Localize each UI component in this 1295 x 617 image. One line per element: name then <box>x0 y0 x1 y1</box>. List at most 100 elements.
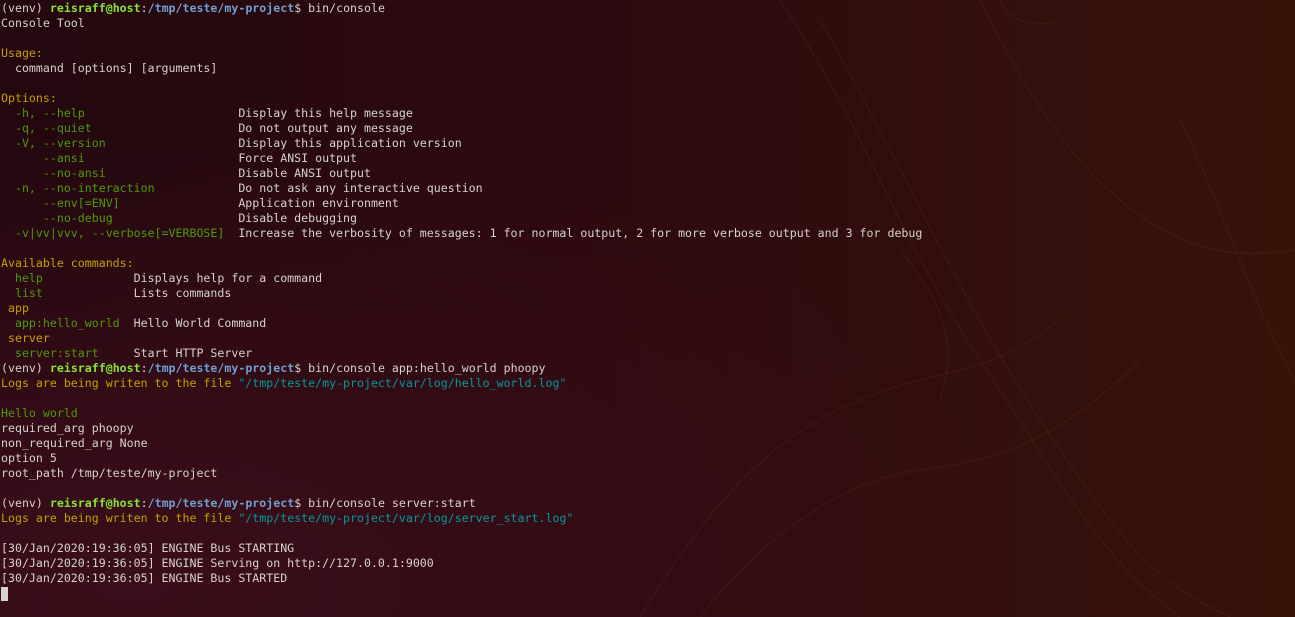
terminal-text: server:start <box>1 346 134 360</box>
terminal-line: -h, --help Display this help message <box>1 106 922 121</box>
terminal-text: Display this help message <box>238 106 413 120</box>
terminal-text: Do not ask any interactive question <box>238 181 483 195</box>
terminal-text: Lists commands <box>133 286 232 300</box>
terminal-text: Increase the verbosity of messages: 1 fo… <box>238 226 923 240</box>
terminal-text: reisraff@host <box>49 1 141 15</box>
terminal-text: Display this application version <box>238 136 462 150</box>
terminal-line: [30/Jan/2020:19:36:05] ENGINE Bus STARTE… <box>1 571 922 586</box>
terminal-text: : <box>140 361 148 375</box>
terminal-line: server:start Start HTTP Server <box>1 346 922 361</box>
terminal-text: Do not output any message <box>238 121 413 135</box>
terminal-text: $ bin/console app:hello_world phoopy <box>294 361 546 375</box>
terminal-line: help Displays help for a command <box>1 271 922 286</box>
terminal-window[interactable]: (venv) reisraff@host:/tmp/teste/my-proje… <box>0 0 1295 617</box>
terminal-text: Usage: <box>1 46 43 60</box>
terminal-text: : <box>140 1 148 15</box>
terminal-line: list Lists commands <box>1 286 922 301</box>
terminal-line: Console Tool <box>1 16 922 31</box>
terminal-text: Disable debugging <box>238 211 357 225</box>
terminal-text: "/tmp/teste/my-project/var/log/server_st… <box>238 511 574 525</box>
terminal-line: Options: <box>1 91 922 106</box>
prompt-line[interactable] <box>1 586 922 601</box>
terminal-text: Logs are being writen to the file <box>1 511 239 525</box>
terminal-text: Options: <box>1 91 57 105</box>
terminal-text: Force ANSI output <box>238 151 357 165</box>
terminal-text: required_arg phoopy <box>1 421 134 435</box>
terminal-text: [30/Jan/2020:19:36:05] ENGINE Serving on… <box>1 556 434 570</box>
terminal-line: Logs are being writen to the file "/tmp/… <box>1 511 922 526</box>
terminal-text: help <box>1 271 134 285</box>
terminal-line: Usage: <box>1 46 922 61</box>
terminal-text: --no-ansi <box>1 166 239 180</box>
terminal-text: $ bin/console <box>294 1 385 15</box>
terminal-text: Disable ANSI output <box>238 166 371 180</box>
terminal-text: Console Tool <box>1 16 85 30</box>
terminal-text: server <box>1 331 50 345</box>
terminal-text: Logs are being writen to the file <box>1 376 239 390</box>
terminal-line: --ansi Force ANSI output <box>1 151 922 166</box>
terminal-text: (venv) <box>1 1 50 15</box>
terminal-text: (venv) <box>1 361 50 375</box>
terminal-text: Displays help for a command <box>133 271 323 285</box>
terminal-line: Available commands: <box>1 256 922 271</box>
terminal-text: reisraff@host <box>49 361 141 375</box>
terminal-line: --no-ansi Disable ANSI output <box>1 166 922 181</box>
terminal-text: Available commands: <box>1 256 134 270</box>
terminal-text: -h, --help <box>1 106 239 120</box>
terminal-text: Hello world <box>1 406 78 420</box>
terminal-text: reisraff@host <box>49 496 141 510</box>
terminal-line: (venv) reisraff@host:/tmp/teste/my-proje… <box>1 496 922 511</box>
terminal-line: Logs are being writen to the file "/tmp/… <box>1 376 922 391</box>
terminal-text: non_required_arg None <box>1 436 148 450</box>
terminal-text: Application environment <box>238 196 399 210</box>
terminal-text: -v|vv|vvv, --verbose[=VERBOSE] <box>1 226 239 240</box>
terminal-output: (venv) reisraff@host:/tmp/teste/my-proje… <box>1 1 922 601</box>
terminal-text: root_path /tmp/teste/my-project <box>1 466 218 480</box>
terminal-text: --env[=ENV] <box>1 196 239 210</box>
terminal-text: command [options] [arguments] <box>1 61 218 75</box>
terminal-line: option 5 <box>1 451 922 466</box>
terminal-line: -V, --version Display this application v… <box>1 136 922 151</box>
text-cursor <box>1 587 8 601</box>
terminal-text: option 5 <box>1 451 57 465</box>
terminal-line: [30/Jan/2020:19:36:05] ENGINE Serving on… <box>1 556 922 571</box>
terminal-line: -v|vv|vvv, --verbose[=VERBOSE] Increase … <box>1 226 922 241</box>
terminal-text: Hello World Command <box>133 316 267 330</box>
terminal-line: (venv) reisraff@host:/tmp/teste/my-proje… <box>1 361 922 376</box>
terminal-text: (venv) <box>1 496 50 510</box>
terminal-text: -q, --quiet <box>1 121 239 135</box>
terminal-line: --no-debug Disable debugging <box>1 211 922 226</box>
terminal-text: [30/Jan/2020:19:36:05] ENGINE Bus STARTI… <box>1 541 295 555</box>
terminal-text: : <box>140 496 148 510</box>
terminal-text: /tmp/teste/my-project <box>147 361 295 375</box>
terminal-line: server <box>1 331 922 346</box>
terminal-line: (venv) reisraff@host:/tmp/teste/my-proje… <box>1 1 922 16</box>
terminal-line: app:hello_world Hello World Command <box>1 316 922 331</box>
terminal-text: $ bin/console server:start <box>294 496 476 510</box>
terminal-line: required_arg phoopy <box>1 421 922 436</box>
terminal-text: -V, --version <box>1 136 239 150</box>
terminal-text: /tmp/teste/my-project <box>147 496 295 510</box>
terminal-text: --no-debug <box>1 211 239 225</box>
terminal-text: [30/Jan/2020:19:36:05] ENGINE Bus STARTE… <box>1 571 288 585</box>
terminal-line: -q, --quiet Do not output any message <box>1 121 922 136</box>
terminal-line: Hello world <box>1 406 922 421</box>
terminal-text: Start HTTP Server <box>133 346 253 360</box>
terminal-text: app <box>1 301 29 315</box>
terminal-text: list <box>1 286 134 300</box>
terminal-text: -n, --no-interaction <box>1 181 239 195</box>
terminal-line: root_path /tmp/teste/my-project <box>1 466 922 481</box>
terminal-line: -n, --no-interaction Do not ask any inte… <box>1 181 922 196</box>
terminal-line: non_required_arg None <box>1 436 922 451</box>
terminal-line: app <box>1 301 922 316</box>
terminal-text: /tmp/teste/my-project <box>147 1 295 15</box>
terminal-text: "/tmp/teste/my-project/var/log/hello_wor… <box>238 376 567 390</box>
terminal-text: --ansi <box>1 151 239 165</box>
terminal-line: [30/Jan/2020:19:36:05] ENGINE Bus STARTI… <box>1 541 922 556</box>
terminal-line: --env[=ENV] Application environment <box>1 196 922 211</box>
